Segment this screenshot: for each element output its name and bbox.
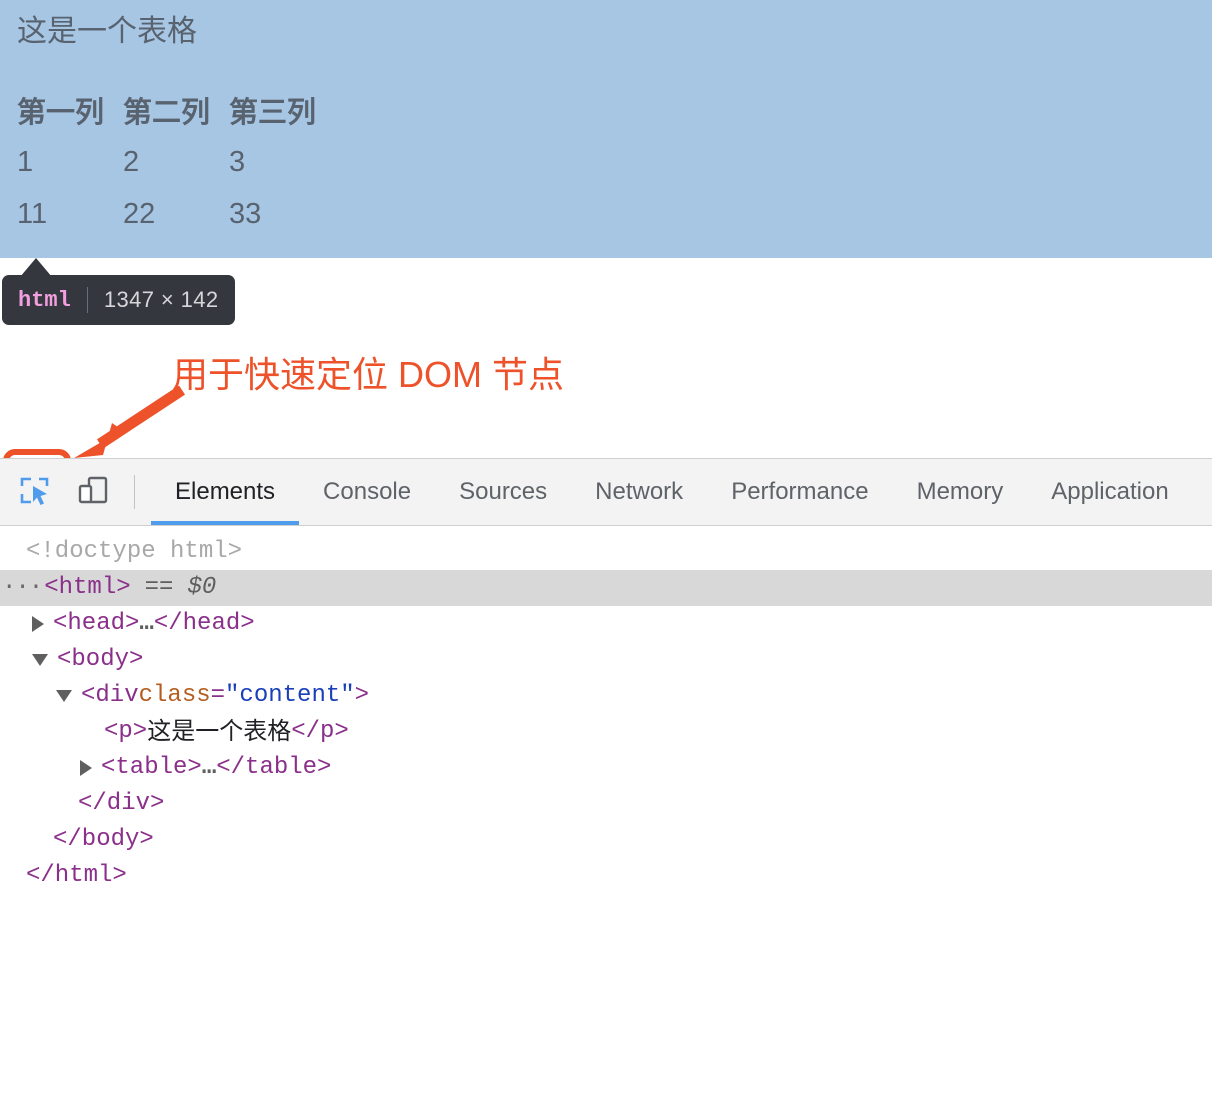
node-tooltip-dimensions: 1347 × 142 <box>103 287 219 312</box>
table-header-cell: 第一列 <box>17 97 105 129</box>
p-close-tag: </p> <box>291 718 349 745</box>
div-attr-value: "content" <box>225 682 355 709</box>
html-console-ref: $0 <box>187 574 217 601</box>
device-toolbar-icon <box>76 474 110 511</box>
dom-row-head[interactable]: <head> … </head> <box>0 606 1212 642</box>
table-cell: 3 <box>229 146 246 178</box>
head-close-tag: </head> <box>153 610 255 637</box>
html-eq-marker: == <box>144 574 174 601</box>
div-close-tag: </div> <box>78 790 165 817</box>
table-header-row: 第一列 第二列 第三列 <box>17 90 335 136</box>
table-cell: 1 <box>17 146 34 178</box>
chevron-down-icon[interactable] <box>32 654 48 666</box>
p-text-content: 这是一个表格 <box>147 718 292 745</box>
dom-row-html-close[interactable]: </html> <box>0 858 1212 894</box>
chevron-down-icon[interactable] <box>56 690 72 702</box>
chevron-right-icon[interactable] <box>80 760 92 776</box>
table-cell: 2 <box>123 146 140 178</box>
devtools-toolbar: Elements Console Sources Network Perform… <box>0 459 1212 526</box>
table-header-cell: 第三列 <box>229 97 317 129</box>
tab-memory[interactable]: Memory <box>893 459 1028 525</box>
table-close-tag: </table> <box>216 754 332 781</box>
div-open-tag: <div <box>81 682 139 709</box>
dom-row-div-open[interactable]: <div class = "content" > <box>0 678 1212 714</box>
dom-row-body-close[interactable]: </body> <box>0 822 1212 858</box>
devtools-panel: Elements Console Sources Network Perform… <box>0 458 1212 1100</box>
table-row: 11 22 33 <box>17 188 335 240</box>
dom-row-table[interactable]: <table> … </table> <box>0 750 1212 786</box>
p-open-tag: <p> <box>104 718 148 745</box>
table-ellipsis: … <box>201 754 217 781</box>
head-open-tag: <head> <box>53 610 140 637</box>
tab-performance[interactable]: Performance <box>707 459 892 525</box>
dom-tree: <!doctype html> ··· <html> == $0 <head> … <box>0 526 1212 894</box>
dom-row-body-open[interactable]: <body> <box>0 642 1212 678</box>
annotation-arrow-icon <box>74 386 186 458</box>
devtools-tab-bar: Elements Console Sources Network Perform… <box>151 459 1212 525</box>
html-close-tag: </html> <box>26 862 127 889</box>
element-highlight-overlay: 这是一个表格 第一列 第二列 第三列 1 2 3 11 22 33 <box>0 0 1212 258</box>
device-toolbar-button[interactable] <box>64 459 122 525</box>
table-cell: 11 <box>17 198 48 230</box>
inspect-element-button[interactable] <box>6 459 64 525</box>
node-tooltip-tag: html <box>18 287 71 313</box>
body-open-tag: <body> <box>57 646 144 673</box>
content-table: 第一列 第二列 第三列 1 2 3 11 22 33 <box>17 90 335 240</box>
screenshot-root: 这是一个表格 第一列 第二列 第三列 1 2 3 11 22 33 html 1… <box>0 0 1212 1100</box>
html-open-tag: <html> <box>44 574 131 601</box>
head-ellipsis: … <box>139 610 154 637</box>
table-cell: 22 <box>123 198 156 230</box>
dom-row-p[interactable]: <p> 这是一个表格 </p> <box>0 714 1212 750</box>
table-row: 1 2 3 <box>17 136 335 188</box>
table-cell: 33 <box>229 198 262 230</box>
dom-row-dots[interactable]: ··· <box>0 570 43 606</box>
annotation-label: 用于快速定位 DOM 节点 <box>172 354 564 395</box>
page-heading: 这是一个表格 <box>17 15 197 48</box>
node-tooltip-separator <box>86 287 88 313</box>
dom-row-html-open[interactable]: ··· <html> == $0 <box>0 570 1212 606</box>
body-close-tag: </body> <box>53 826 154 853</box>
tab-elements[interactable]: Elements <box>151 459 300 525</box>
node-info-tooltip: html 1347 × 142 <box>2 275 235 325</box>
div-open-tag-end: > <box>354 682 370 709</box>
div-attr-eq: = <box>210 682 226 709</box>
div-attr-name: class <box>138 682 211 709</box>
toolbar-divider <box>134 475 135 509</box>
table-header-cell: 第二列 <box>123 97 211 129</box>
tab-sources[interactable]: Sources <box>435 459 571 525</box>
tab-application[interactable]: Application <box>1027 459 1192 525</box>
table-open-tag: <table> <box>101 754 202 781</box>
dom-row-doctype: <!doctype html> <box>0 534 1212 570</box>
doctype-text: <!doctype html> <box>26 538 243 565</box>
inspect-element-icon <box>18 474 52 511</box>
chevron-right-icon[interactable] <box>32 616 44 632</box>
tab-network[interactable]: Network <box>571 459 707 525</box>
tab-console[interactable]: Console <box>299 459 435 525</box>
dom-row-div-close[interactable]: </div> <box>0 786 1212 822</box>
